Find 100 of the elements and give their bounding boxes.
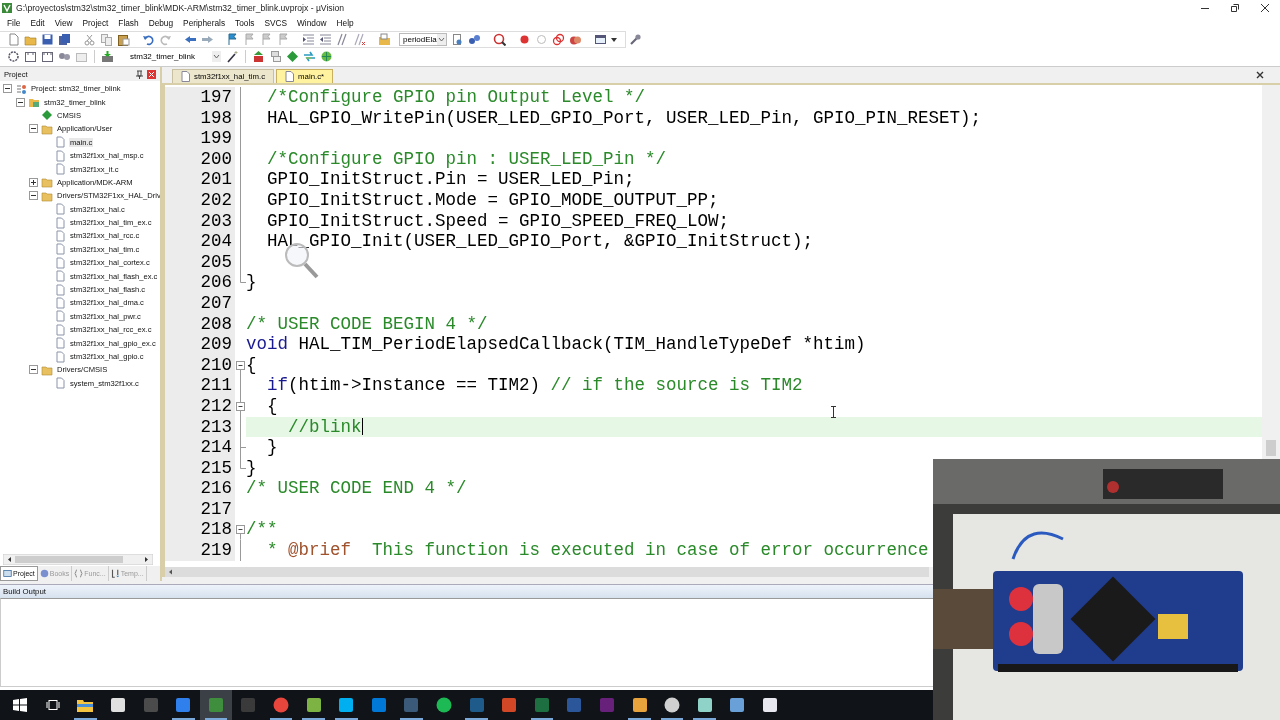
find-icon[interactable]: [450, 33, 464, 46]
dropdown-arrow-icon[interactable]: [610, 36, 617, 43]
menu-item[interactable]: Peripherals: [178, 17, 231, 29]
uncomment-icon[interactable]: [353, 33, 366, 46]
app-icon[interactable]: [761, 697, 778, 713]
menu-item[interactable]: Debug: [143, 17, 179, 29]
build-icon[interactable]: [24, 50, 37, 63]
menu-item[interactable]: Edit: [25, 17, 50, 29]
pack-installer-icon[interactable]: [269, 50, 282, 63]
app-icon[interactable]: [631, 697, 648, 713]
folder-icon: [41, 189, 53, 202]
collapse-toggle-icon[interactable]: [3, 84, 12, 94]
find-in-files-icon[interactable]: [378, 33, 391, 46]
save-all-icon[interactable]: [58, 33, 71, 46]
line-number: 205: [165, 251, 235, 273]
code-comment: *: [266, 540, 279, 561]
code-comment: // if the source is TIM2: [550, 375, 803, 396]
app-icon[interactable]: [110, 697, 127, 713]
collapse-toggle-icon[interactable]: [29, 124, 38, 134]
file-icon: [54, 230, 66, 242]
file-icon: [54, 256, 66, 269]
horizontal-scrollbar[interactable]: [3, 554, 153, 565]
wrench-icon[interactable]: [628, 33, 642, 46]
line-number: 203: [165, 210, 235, 232]
menu-item[interactable]: SVCS: [259, 17, 293, 29]
menu-item[interactable]: Help: [331, 17, 359, 29]
rebuild-icon[interactable]: [41, 50, 54, 63]
task-view-icon[interactable]: [45, 699, 60, 711]
undo-icon[interactable]: [142, 33, 155, 46]
flag-icon[interactable]: [226, 33, 239, 46]
expand-toggle-icon[interactable]: [29, 177, 38, 187]
pin-icon[interactable]: [136, 69, 143, 79]
comment-icon[interactable]: [336, 33, 349, 46]
code-text: {: [246, 354, 257, 375]
translate-icon[interactable]: [7, 50, 20, 63]
line-number: 206: [165, 272, 235, 293]
line-number: 219: [165, 540, 235, 561]
indent-icon[interactable]: [302, 33, 315, 46]
stack-icon[interactable]: [320, 50, 333, 63]
batch-build-icon[interactable]: [58, 50, 71, 63]
download-icon[interactable]: [101, 50, 114, 63]
app-icon[interactable]: [696, 697, 713, 713]
file-icon: [54, 283, 66, 296]
magic-wand-icon[interactable]: [226, 50, 239, 63]
component-stack-icon[interactable]: [252, 50, 265, 63]
window-icon[interactable]: [593, 33, 607, 46]
menu-item[interactable]: View: [49, 17, 78, 29]
folder-icon: [41, 176, 53, 189]
debug-icon[interactable]: [492, 33, 506, 46]
code-comment: /* USER CODE BEGIN 4 */: [246, 313, 488, 334]
text-caret: [361, 418, 363, 436]
file-icon: [54, 350, 66, 363]
paste-icon[interactable]: [117, 33, 130, 46]
app-icon[interactable]: [436, 697, 452, 713]
code-comment: This function is executed in case of error occurrence: [371, 540, 929, 561]
find-combo-box[interactable]: periodEla: [399, 33, 447, 46]
menu-item[interactable]: File: [2, 17, 26, 29]
line-number: 210: [165, 354, 235, 376]
line-number: 215: [165, 457, 235, 479]
menu-item[interactable]: Flash: [113, 17, 144, 29]
folder-icon[interactable]: [77, 697, 94, 713]
target-folder-icon: [28, 96, 40, 109]
app-icon[interactable]: [729, 697, 746, 713]
collapse-toggle-icon[interactable]: [16, 97, 25, 107]
code-text: GPIO_InitStruct.Mode = GPIO_MODE_OUTPUT_PP;: [266, 189, 719, 210]
unindent-icon[interactable]: [319, 33, 332, 46]
code-comment: @brief: [288, 540, 352, 561]
close-icon[interactable]: [1260, 2, 1270, 13]
open-folder-icon[interactable]: [24, 33, 37, 46]
maximize-icon[interactable]: [1230, 2, 1240, 13]
file-icon: [54, 136, 66, 149]
code-text: GPIO_InitStruct.Pin = USER_LED_Pin;: [266, 169, 635, 190]
app-icon[interactable]: [664, 697, 681, 713]
menu-item[interactable]: Window: [292, 17, 332, 29]
line-number: 212: [165, 395, 235, 417]
collapse-toggle-icon[interactable]: [29, 365, 38, 375]
code-text: }: [266, 437, 278, 458]
line-number: 202: [165, 189, 235, 211]
project-icon: [15, 82, 27, 95]
line-number: 200: [165, 148, 235, 170]
back-arrow-icon[interactable]: [184, 33, 197, 46]
line-number: 213: [165, 416, 235, 438]
menu-item[interactable]: Tools: [230, 17, 260, 29]
breakpoint-icon[interactable]: [517, 33, 531, 46]
collapse-toggle-icon[interactable]: [29, 191, 38, 201]
file-icon: [54, 377, 66, 390]
windows-icon[interactable]: [13, 698, 28, 712]
app-icon[interactable]: [338, 697, 355, 713]
binoculars-icon[interactable]: [467, 33, 481, 46]
close-icon[interactable]: [1256, 71, 1264, 79]
menu-item[interactable]: Project: [77, 17, 114, 29]
diamond-icon[interactable]: [286, 50, 299, 63]
arrows-icon[interactable]: [303, 50, 316, 63]
app-icon[interactable]: [305, 697, 322, 713]
books-icon: [39, 569, 49, 578]
disable-breakpoints-icon[interactable]: [551, 33, 565, 46]
save-icon[interactable]: [41, 33, 54, 46]
horizontal-scrollbar[interactable]: [165, 567, 929, 577]
window-icon: [3, 569, 12, 578]
code-comment: /*Configure GPIO pin Output Level */: [266, 87, 646, 107]
